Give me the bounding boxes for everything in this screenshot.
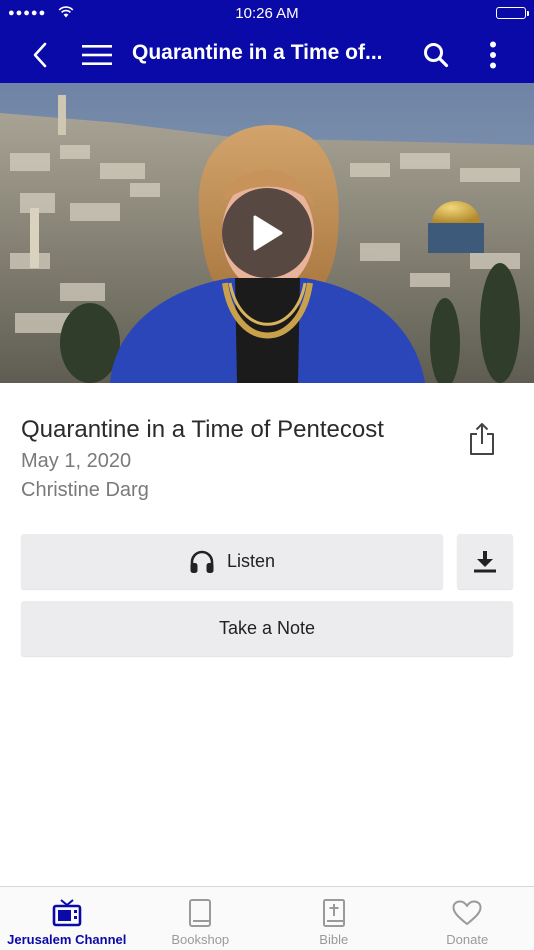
play-button[interactable] — [222, 188, 312, 278]
tab-donate[interactable]: Donate — [401, 887, 534, 950]
play-icon — [253, 215, 283, 251]
more-options-button[interactable] — [473, 35, 513, 75]
search-icon — [424, 43, 449, 68]
share-button[interactable] — [462, 418, 502, 460]
video-player[interactable] — [0, 83, 534, 383]
headphones-icon — [190, 550, 214, 573]
tab-label: Donate — [446, 932, 489, 947]
listen-label: Listen — [226, 551, 276, 571]
back-button[interactable] — [20, 35, 60, 75]
take-note-button[interactable]: Take a Note — [21, 601, 513, 656]
tab-bookshop[interactable]: Bookshop — [134, 887, 268, 950]
back-icon — [33, 42, 47, 68]
heart-icon — [452, 898, 482, 928]
tab-bar: Jerusalem Channel Bookshop Bible Donate — [0, 886, 534, 950]
navigation-bar: Quarantine in a Time of... — [0, 26, 534, 83]
tab-label: Bible — [319, 932, 349, 947]
episode-title: Quarantine in a Time of Pentecost — [21, 416, 384, 443]
battery-icon — [496, 7, 529, 19]
status-bar: ●●●●● 10:26 AM — [0, 0, 534, 26]
take-note-label: Take a Note — [218, 618, 316, 638]
tab-label: Jerusalem Channel — [7, 932, 127, 947]
episode-date: May 1, 2020 — [21, 450, 132, 472]
top-bar: ●●●●● 10:26 AM Quarantine in a Time of..… — [0, 0, 534, 83]
tab-bible[interactable]: Bible — [267, 887, 401, 950]
tv-icon — [52, 898, 82, 928]
episode-author: Christine Darg — [21, 479, 149, 501]
more-vertical-icon — [490, 41, 496, 69]
download-icon — [474, 550, 496, 572]
menu-button[interactable] — [77, 35, 117, 75]
menu-icon — [82, 45, 112, 65]
tab-jerusalem-channel[interactable]: Jerusalem Channel — [0, 887, 134, 950]
bible-icon — [322, 898, 346, 928]
tab-label: Bookshop — [171, 932, 230, 947]
share-icon — [470, 423, 494, 455]
status-time: 10:26 AM — [235, 5, 299, 22]
download-button[interactable] — [457, 534, 513, 589]
page-title: Quarantine in a Time of... — [132, 41, 383, 64]
search-button[interactable] — [416, 35, 456, 75]
book-icon — [188, 898, 212, 928]
listen-button[interactable]: Listen — [21, 534, 443, 589]
